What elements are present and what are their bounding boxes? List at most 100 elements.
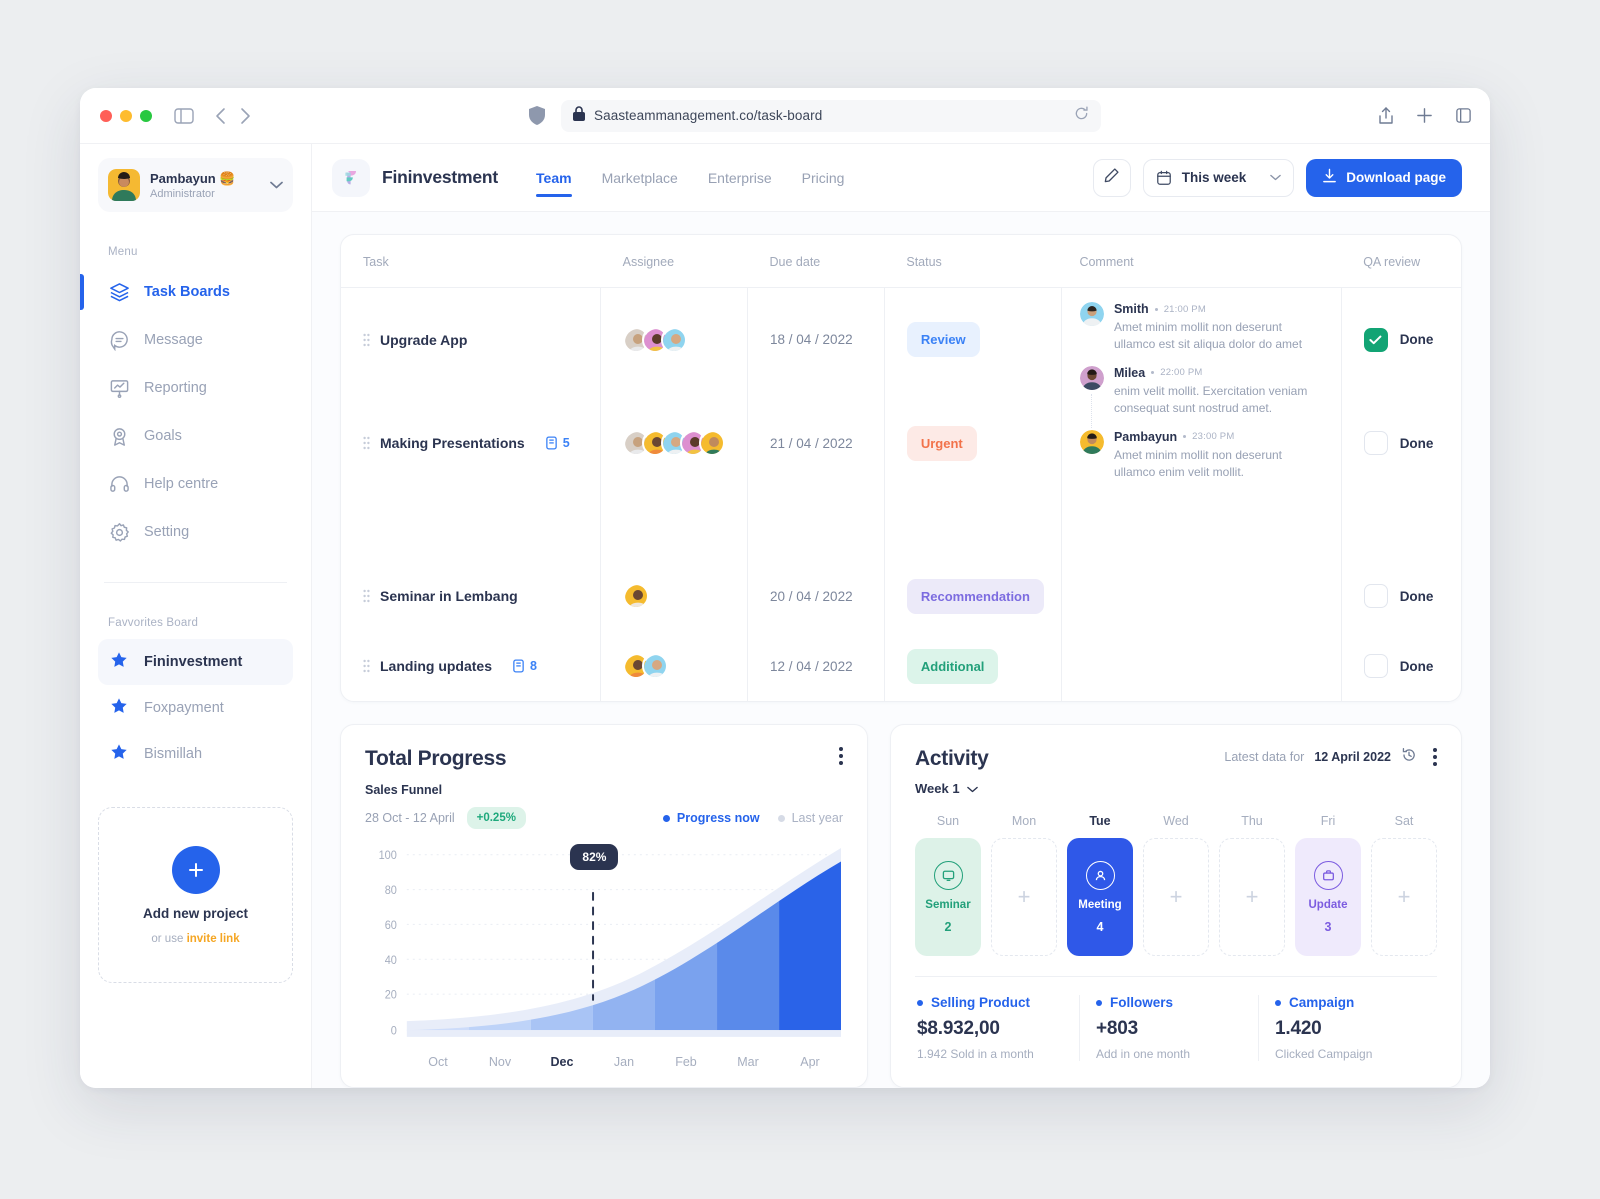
cell-assignee[interactable] xyxy=(600,561,748,632)
sidebar-item-setting[interactable]: Setting xyxy=(98,508,293,556)
day-label: Fri xyxy=(1320,814,1336,829)
invite-link[interactable]: invite link xyxy=(187,933,240,945)
cell-status[interactable]: Urgent xyxy=(883,391,1062,496)
qa-checkbox[interactable] xyxy=(1363,327,1388,352)
sidebar-item-goals[interactable]: Goals xyxy=(98,412,293,460)
stat-selling-product: Selling Product $8.932,00 1.942 Sold in … xyxy=(915,995,1079,1061)
cell-qa-review[interactable]: Done xyxy=(1340,391,1461,496)
legend-last-year[interactable]: Last year xyxy=(777,811,843,825)
day-label: Tue xyxy=(1089,814,1111,829)
status-badge[interactable]: Review xyxy=(906,322,980,358)
sidebar-item-fininvestment[interactable]: Fininvestment xyxy=(98,639,293,685)
download-page-button[interactable]: Download page xyxy=(1306,158,1462,197)
edit-button[interactable] xyxy=(1092,158,1131,197)
cell-task[interactable]: Upgrade App xyxy=(341,288,601,392)
back-arrow-icon[interactable] xyxy=(214,107,228,125)
address-bar[interactable]: Saasteammanagement.co/task-board xyxy=(561,99,1101,132)
add-project-button[interactable] xyxy=(171,845,220,894)
table-row[interactable]: Seminar in Lembang 20 / 04 / 2022 Recomm… xyxy=(341,561,1461,632)
qa-checkbox[interactable] xyxy=(1363,584,1388,609)
chevron-down-icon[interactable] xyxy=(966,781,978,796)
forward-arrow-icon[interactable] xyxy=(238,107,252,125)
cell-qa-review[interactable]: Done xyxy=(1340,631,1461,702)
minimize-window-button[interactable] xyxy=(120,109,132,122)
tab-enterprise[interactable]: Enterprise xyxy=(708,144,772,211)
day-label: Thu xyxy=(1241,814,1263,829)
tabs-icon[interactable] xyxy=(1455,107,1472,124)
event-count: 3 xyxy=(1324,919,1332,934)
sidebar-item-bismillah[interactable]: Bismillah xyxy=(98,731,293,777)
cell-assignee[interactable] xyxy=(600,287,748,392)
event-slot-meeting[interactable]: Meeting 4 xyxy=(1067,838,1133,957)
plus-icon[interactable] xyxy=(1416,107,1433,124)
tab-pricing[interactable]: Pricing xyxy=(802,144,845,211)
drag-handle-icon[interactable] xyxy=(363,589,370,603)
shield-icon[interactable] xyxy=(529,106,545,125)
close-window-button[interactable] xyxy=(100,109,112,122)
history-icon[interactable] xyxy=(1401,747,1417,766)
legend-progress-now[interactable]: Progress now xyxy=(662,811,760,825)
tab-team[interactable]: Team xyxy=(536,144,572,211)
add-event-slot[interactable]: + xyxy=(991,838,1057,957)
sidebar-toggle-icon[interactable] xyxy=(174,107,194,124)
attachment-count[interactable]: 8 xyxy=(512,659,537,673)
table-row[interactable]: Landing updates 8 12 / 04 / 2022 Additio… xyxy=(341,631,1461,702)
cell-qa-review[interactable]: Done xyxy=(1340,561,1461,632)
status-badge[interactable]: Recommendation xyxy=(906,578,1044,614)
cell-status[interactable]: Review xyxy=(883,287,1062,392)
activity-more-button[interactable] xyxy=(1433,747,1437,766)
status-badge[interactable]: Urgent xyxy=(906,425,977,461)
status-badge[interactable]: Additional xyxy=(906,648,999,684)
drag-handle-icon[interactable] xyxy=(363,436,370,450)
cell-qa-review[interactable]: Done xyxy=(1340,287,1461,392)
qa-checkbox[interactable] xyxy=(1363,431,1388,456)
avatar-group[interactable] xyxy=(601,288,747,391)
chevron-down-icon[interactable] xyxy=(1270,174,1282,181)
drag-handle-icon[interactable] xyxy=(363,333,370,347)
avatar-group[interactable] xyxy=(601,631,747,701)
event-slot-seminar[interactable]: Seminar 2 xyxy=(915,838,981,957)
cell-assignee[interactable] xyxy=(600,631,748,702)
sidebar-item-reporting[interactable]: Reporting xyxy=(98,364,293,412)
navigation-arrows[interactable] xyxy=(214,107,252,125)
sidebar-item-foxpayment[interactable]: Foxpayment xyxy=(98,685,293,731)
comment-item: Pambayun 23:00 PM Amet minim mollit non … xyxy=(1079,429,1325,482)
chevron-down-icon[interactable] xyxy=(270,176,283,194)
window-controls[interactable] xyxy=(100,109,152,122)
task-table-card: Task Assignee Due date Status Comment QA… xyxy=(340,234,1462,703)
progress-more-button[interactable] xyxy=(839,747,843,766)
sidebar-item-message[interactable]: Message xyxy=(98,316,293,364)
status-dot xyxy=(1096,999,1102,1006)
add-new-project-card[interactable]: Add new project or use invite link xyxy=(98,807,293,983)
comment-time: 23:00 PM xyxy=(1192,431,1235,443)
cell-task[interactable]: Landing updates 8 xyxy=(341,631,601,701)
maximize-window-button[interactable] xyxy=(140,109,152,122)
column-header-task: Task xyxy=(341,235,601,288)
table-row[interactable]: Upgrade App 18 / 04 / 2022 Review Smith … xyxy=(341,287,1461,496)
sidebar-item-task-boards[interactable]: Task Boards xyxy=(80,268,293,316)
reload-icon[interactable] xyxy=(1074,105,1089,126)
add-event-slot[interactable]: + xyxy=(1143,838,1209,957)
attachment-count-label: 5 xyxy=(562,436,570,451)
tab-marketplace[interactable]: Marketplace xyxy=(602,144,678,211)
cell-task[interactable]: Making Presentations 5 xyxy=(341,391,601,495)
avatar-group[interactable] xyxy=(601,391,747,495)
week-dropdown[interactable]: Week 1 xyxy=(915,781,988,796)
week-select[interactable]: This week xyxy=(1142,158,1295,197)
profile-switcher[interactable]: Pambayun 🍔 Administrator xyxy=(98,158,293,212)
add-event-slot[interactable]: + xyxy=(1219,838,1285,957)
cell-task[interactable]: Seminar in Lembang xyxy=(341,561,601,631)
qa-checkbox[interactable] xyxy=(1363,654,1388,679)
comment-author: Pambayun xyxy=(1113,429,1178,444)
event-slot-update[interactable]: Update 3 xyxy=(1295,838,1361,957)
cell-comment[interactable]: Smith 21:00 PM Amet minim mollit non des… xyxy=(1060,287,1342,496)
cell-status[interactable]: Recommendation xyxy=(883,561,1062,632)
share-icon[interactable] xyxy=(1378,106,1394,125)
add-event-slot[interactable]: + xyxy=(1371,838,1437,957)
attachment-count[interactable]: 5 xyxy=(545,436,570,450)
cell-status[interactable]: Additional xyxy=(883,631,1062,702)
avatar-group[interactable] xyxy=(601,561,747,631)
sidebar-item-help-centre[interactable]: Help centre xyxy=(98,460,293,508)
drag-handle-icon[interactable] xyxy=(363,659,370,673)
cell-assignee[interactable] xyxy=(600,391,748,496)
